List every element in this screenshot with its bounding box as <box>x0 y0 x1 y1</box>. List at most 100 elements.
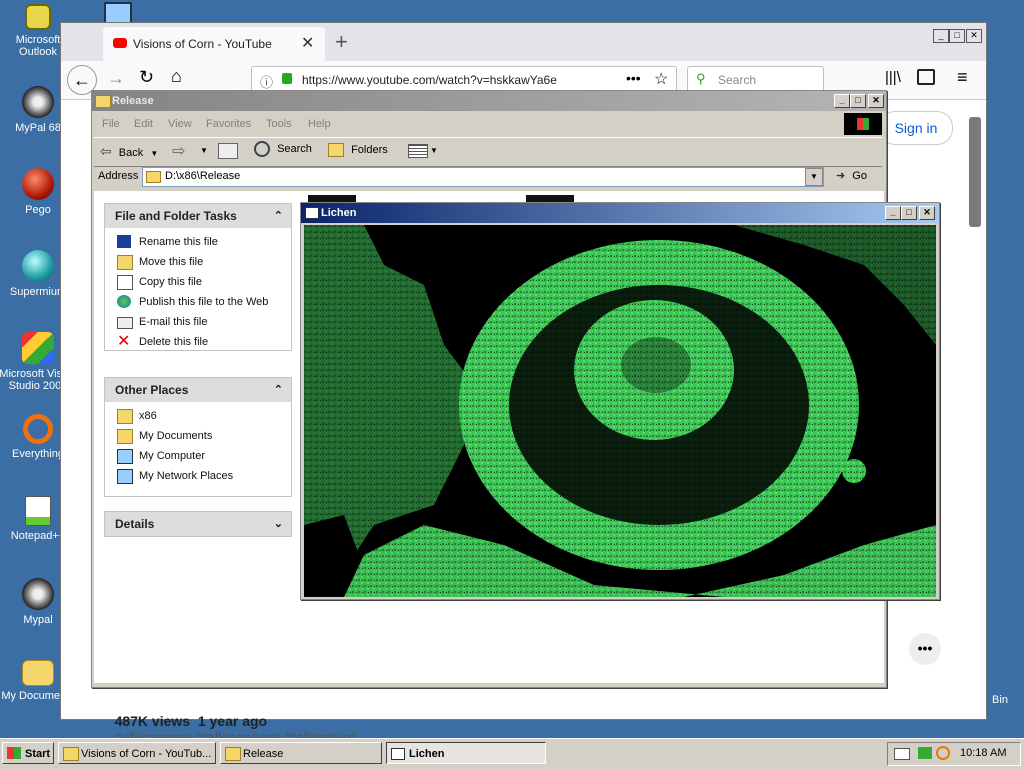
lichen-titlebar[interactable]: Lichen _ □ ✕ <box>301 203 939 223</box>
task-copy[interactable]: Copy this file <box>105 272 291 292</box>
menu-file[interactable]: File <box>102 118 120 130</box>
windows-logo <box>844 113 882 135</box>
other-places-header[interactable]: Other Places ⌃ <box>105 378 291 402</box>
taskbar-button-release[interactable]: Release <box>220 742 382 764</box>
menu-favorites[interactable]: Favorites <box>206 118 251 130</box>
task-email[interactable]: E-mail this file <box>105 312 291 332</box>
keyboard-icon[interactable] <box>894 748 910 760</box>
folder-icon <box>95 95 111 108</box>
forward-arrow-icon[interactable]: ⇨ <box>172 141 185 161</box>
sign-in-button[interactable]: Sign in <box>879 111 953 145</box>
firefox-icon <box>63 747 79 761</box>
start-button[interactable]: Start <box>2 742 54 764</box>
dropdown-icon[interactable]: ▼ <box>200 146 208 155</box>
scrollbar[interactable] <box>969 117 981 227</box>
lichen-canvas[interactable] <box>304 225 936 597</box>
new-tab-icon[interactable]: + <box>335 29 348 55</box>
clock[interactable]: 10:18 AM <box>960 747 1006 759</box>
minimize-button[interactable]: _ <box>834 94 850 108</box>
close-button[interactable]: ✕ <box>919 206 935 220</box>
folders-button[interactable]: Folders <box>328 143 388 157</box>
task-move[interactable]: Move this file <box>105 252 291 272</box>
close-button[interactable]: ✕ <box>966 29 982 43</box>
maximize-button[interactable]: □ <box>901 206 917 220</box>
task-rename[interactable]: Rename this file <box>105 232 291 252</box>
file-tasks-header[interactable]: File and Folder Tasks ⌃ <box>105 204 291 228</box>
place-my-computer[interactable]: My Computer <box>105 446 291 466</box>
more-icon[interactable]: ••• <box>626 70 641 86</box>
dropdown-icon[interactable]: ▼ <box>430 146 438 155</box>
tab-bar: Visions of Corn - YouTube ✕ + _ □ ✕ <box>61 23 986 61</box>
dropdown-icon[interactable]: ▼ <box>805 168 823 186</box>
details-header[interactable]: Details ⌄ <box>105 512 291 536</box>
desktop-icon-label: Supermium <box>9 286 67 298</box>
lichen-window: Lichen _ □ ✕ <box>300 202 940 600</box>
expand-icon[interactable]: ⌄ <box>274 512 283 536</box>
back-label: Back <box>118 147 144 159</box>
back-button[interactable]: ⇦ Back ▼ <box>100 143 158 160</box>
minimize-button[interactable]: _ <box>885 206 901 220</box>
search-tray-icon[interactable] <box>936 746 950 760</box>
desktop-icon-label: Mypal <box>23 614 53 626</box>
red-orb-icon <box>22 168 54 200</box>
taskbar-button-lichen[interactable]: Lichen <box>386 742 546 764</box>
collapse-icon[interactable]: ⌃ <box>274 378 283 402</box>
menu-icon[interactable]: ≡ <box>957 67 968 88</box>
file-tasks-panel: File and Folder Tasks ⌃ Rename this file… <box>104 203 292 351</box>
taskbar-button-firefox[interactable]: Visions of Corn - YouTub... <box>58 742 216 764</box>
app-icon <box>391 748 405 760</box>
lichen-small-spot <box>842 459 866 483</box>
menu-edit[interactable]: Edit <box>134 118 153 130</box>
menu-view[interactable]: View <box>168 118 192 130</box>
go-arrow-icon: ➜ <box>836 170 846 182</box>
address-text: D:\x86\Release <box>165 170 241 182</box>
library-icon[interactable]: |||\ <box>885 69 901 86</box>
reload-icon[interactable]: ↻ <box>139 67 154 88</box>
menu-tools[interactable]: Tools <box>266 118 292 130</box>
close-tab-icon[interactable]: ✕ <box>301 33 314 53</box>
task-publish[interactable]: Publish this file to the Web <box>105 292 291 312</box>
toolbar: ⇦ Back ▼ ⇨ ▼ Search Folders ▼ <box>94 137 882 167</box>
address-input[interactable]: D:\x86\Release ▼ <box>142 167 824 187</box>
folders-label: Folders <box>351 144 388 156</box>
task-label: E-mail this file <box>139 316 208 328</box>
task-delete[interactable]: ✕ Delete this file <box>105 332 291 352</box>
search-icon: ⚲ <box>696 71 706 86</box>
tab-youtube[interactable]: Visions of Corn - YouTube ✕ <box>103 27 325 61</box>
lock-icon <box>282 73 292 84</box>
search-icon <box>254 141 270 157</box>
more-actions-button[interactable]: ••• <box>909 633 941 665</box>
search-button[interactable]: Search <box>254 141 312 157</box>
place-x86[interactable]: x86 <box>105 406 291 426</box>
task-label: Move this file <box>139 256 204 268</box>
menu-help[interactable]: Help <box>308 118 331 130</box>
star-icon[interactable]: ☆ <box>654 69 668 89</box>
place-network[interactable]: My Network Places <box>105 466 291 486</box>
copy-icon <box>117 275 133 290</box>
start-label: Start <box>25 748 51 760</box>
forward-icon[interactable]: → <box>107 68 125 89</box>
visual-studio-icon <box>22 332 54 364</box>
taskbar-button-label: Lichen <box>409 748 445 760</box>
home-icon[interactable]: ⌂ <box>171 66 182 87</box>
views-icon[interactable] <box>408 144 428 158</box>
lichen-simulation <box>304 225 936 597</box>
sidebar-icon[interactable] <box>917 69 935 85</box>
up-folder-icon[interactable] <box>218 143 238 159</box>
minimize-button[interactable]: _ <box>933 29 949 43</box>
go-button[interactable]: ➜ Go <box>836 169 867 182</box>
views-date: 487K views 1 year ago <box>114 713 268 729</box>
maximize-button[interactable]: □ <box>949 29 965 43</box>
explorer-titlebar[interactable]: Release _ □ ✕ <box>92 91 886 111</box>
network-icon[interactable] <box>918 747 932 759</box>
windows-flag-icon <box>857 118 869 130</box>
close-button[interactable]: ✕ <box>868 94 884 108</box>
magnifier-icon <box>23 414 53 444</box>
raccoon-icon <box>22 86 54 118</box>
desktop-icon-label: MyPal 68 <box>15 122 61 134</box>
collapse-icon[interactable]: ⌃ <box>274 204 283 228</box>
place-my-documents[interactable]: My Documents <box>105 426 291 446</box>
windows-flag-icon <box>7 747 21 759</box>
maximize-button[interactable]: □ <box>850 94 866 108</box>
desktop-icon-monitor[interactable] <box>104 2 132 24</box>
